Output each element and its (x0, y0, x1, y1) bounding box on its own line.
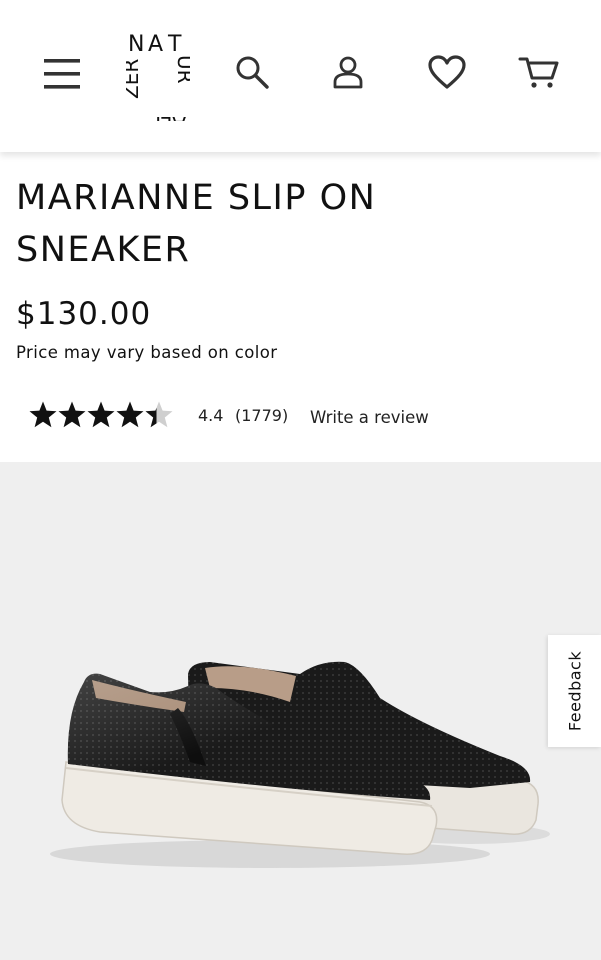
svg-text:A: A (148, 32, 163, 57)
naturalizer-logo[interactable]: N A T UR ALI ZER (126, 31, 190, 121)
product-price: $130.00 (16, 296, 152, 332)
price-note: Price may vary based on color (16, 343, 278, 362)
menu-icon[interactable] (44, 57, 80, 91)
product-image[interactable] (0, 462, 601, 960)
feedback-tab[interactable]: Feedback (548, 635, 601, 747)
svg-text:T: T (167, 32, 182, 57)
heart-icon[interactable] (427, 54, 467, 90)
product-title: MARIANNE SLIP ON SNEAKER (16, 178, 377, 270)
partial-star-icon (145, 401, 173, 428)
star-icon (116, 401, 144, 428)
search-icon[interactable] (234, 54, 270, 90)
svg-text:N: N (128, 32, 144, 57)
rating-row: 4.4 (1779) Write a review (28, 400, 448, 432)
account-icon[interactable] (330, 54, 366, 90)
rating-value: 4.4 (198, 406, 224, 425)
site-header: N A T UR ALI ZER (0, 0, 601, 152)
star-icon (58, 401, 86, 428)
svg-text:UR: UR (173, 55, 190, 84)
svg-text:ALI: ALI (155, 112, 186, 121)
product-image-area (0, 462, 601, 960)
svg-text:ZER: ZER (126, 59, 143, 99)
star-icon (29, 401, 57, 428)
rating-stars[interactable] (28, 400, 176, 430)
write-review-link[interactable]: Write a review (310, 408, 429, 427)
cart-icon[interactable] (518, 54, 560, 90)
review-count[interactable]: (1779) (235, 406, 288, 425)
star-icon (87, 401, 115, 428)
feedback-label: Feedback (565, 650, 584, 732)
